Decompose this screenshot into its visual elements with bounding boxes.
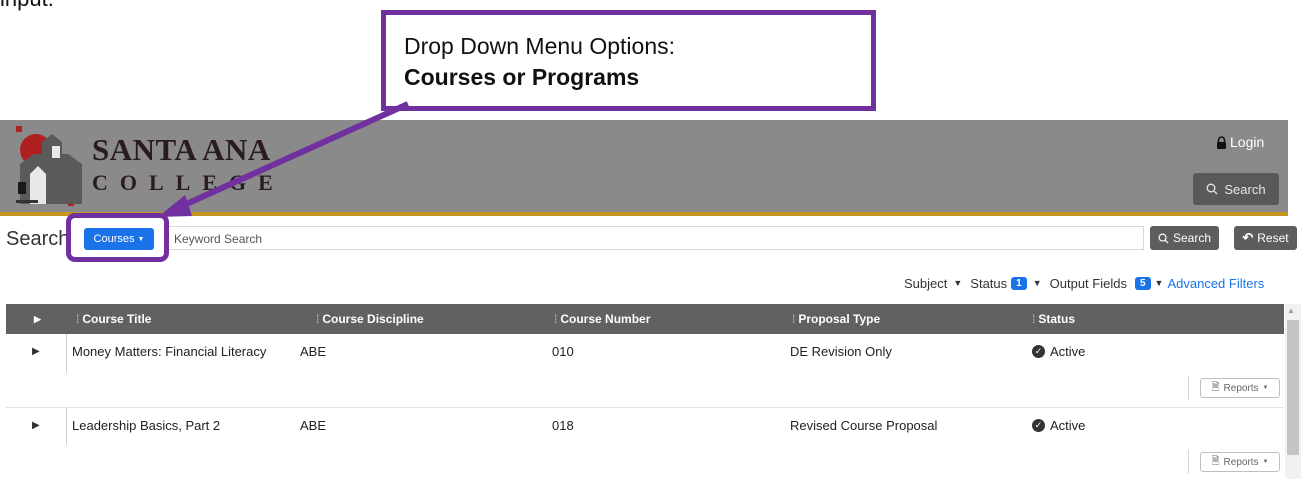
logo-wordmark-bottom: COLLEGE: [92, 170, 285, 195]
callout-line-1: Drop Down Menu Options:: [404, 33, 676, 59]
output-fields-filter[interactable]: Output Fields: [1050, 276, 1127, 291]
caret-down-icon: ▼: [1262, 459, 1269, 465]
cell-status: ✓ Active: [1032, 334, 1085, 369]
reset-button-label: Reset: [1257, 231, 1289, 245]
check-circle-icon: ✓: [1032, 419, 1045, 432]
header-stripe: [0, 212, 1288, 216]
cell-course-number: 018: [552, 418, 574, 433]
expand-all-icon[interactable]: ▶: [34, 304, 41, 334]
cell-course-title: Leadership Basics, Part 2: [72, 418, 221, 433]
caret-down-icon: ▼: [1262, 385, 1269, 391]
caret-down-icon: ▼: [1032, 278, 1042, 288]
cell-course-discipline: ABE: [300, 418, 327, 433]
table-row[interactable]: ▶ Money Matters: Financial Literacy ABE …: [6, 334, 1284, 369]
cell-proposal-type: DE Revision Only: [790, 344, 892, 359]
check-circle-icon: ✓: [1032, 345, 1045, 358]
column-header-label: Course Title: [82, 312, 152, 326]
column-header-label: Course Number: [560, 312, 651, 326]
column-header-label: Course Discipline: [322, 312, 424, 326]
login-label: Login: [1230, 134, 1265, 150]
reports-dropdown-button[interactable]: 🗎 Reports ▼: [1200, 378, 1280, 398]
cell-course-discipline: ABE: [300, 344, 327, 359]
output-fields-count-badge: 5: [1134, 276, 1151, 290]
drag-handle-icon: ⁞: [554, 312, 558, 326]
cell-status: ✓ Active: [1032, 408, 1085, 443]
column-header-course-title[interactable]: ⁞ Course Title: [76, 304, 151, 334]
search-button[interactable]: Search: [1150, 226, 1219, 250]
header-search-label: Search: [1224, 181, 1266, 197]
undo-icon: ↶: [1242, 230, 1254, 245]
advanced-filters-link[interactable]: Advanced Filters: [1167, 276, 1264, 291]
annotation-highlight-box: [66, 213, 169, 262]
column-header-course-number[interactable]: ⁞ Course Number: [554, 304, 650, 334]
column-header-status[interactable]: ⁞ Status: [1032, 304, 1075, 334]
column-header-label: Proposal Type: [798, 312, 881, 326]
drag-handle-icon: ⁞: [316, 312, 320, 326]
expand-row-icon[interactable]: ▶: [32, 408, 40, 443]
search-heading: Search: [6, 228, 70, 250]
scroll-up-arrow-icon[interactable]: ▲: [1287, 306, 1295, 315]
column-header-label: Status: [1038, 312, 1076, 326]
annotation-callout: Drop Down Menu Options: Courses or Progr…: [381, 10, 876, 111]
document-icon: 🗎: [1211, 381, 1220, 393]
login-link[interactable]: Login: [1216, 134, 1264, 150]
drag-handle-icon: ⁞: [1032, 312, 1036, 326]
callout-line-2: Courses or Programs: [404, 64, 640, 90]
header-search-button[interactable]: Search: [1193, 173, 1279, 205]
reports-dropdown-button[interactable]: 🗎 Reports ▼: [1200, 452, 1280, 472]
search-icon: [1158, 233, 1169, 244]
reports-label: Reports: [1223, 456, 1259, 468]
scrollbar-thumb[interactable]: [1287, 320, 1299, 455]
results-table-header: ▶ ⁞ Course Title ⁞ Course Discipline ⁞ Cour…: [6, 304, 1284, 334]
search-icon: [1206, 183, 1218, 195]
cell-course-title: Money Matters: Financial Literacy: [72, 344, 267, 359]
search-button-label: Search: [1172, 231, 1212, 245]
document-text-fragment: input.: [0, 0, 54, 12]
filter-bar: Subject ▼ Status 1 ▼ Output Fields 5 ▼ A…: [904, 273, 1264, 293]
expand-row-icon[interactable]: ▶: [32, 334, 40, 369]
cell-proposal-type: Revised Course Proposal: [790, 418, 938, 433]
drag-handle-icon: ⁞: [76, 312, 80, 326]
logo-wordmark-top: SANTA ANA: [92, 132, 271, 167]
lock-icon: [1217, 135, 1226, 149]
drag-handle-icon: ⁞: [792, 312, 796, 326]
status-label: Active: [1050, 418, 1086, 433]
reset-button[interactable]: ↶ Reset: [1234, 226, 1297, 250]
column-header-course-discipline[interactable]: ⁞ Course Discipline: [316, 304, 424, 334]
document-icon: 🗎: [1211, 455, 1220, 467]
cell-course-number: 010: [552, 344, 574, 359]
column-header-proposal-type[interactable]: ⁞ Proposal Type: [792, 304, 880, 334]
caret-down-icon: ▼: [953, 278, 963, 288]
keyword-search-input[interactable]: Keyword Search: [166, 226, 1144, 250]
table-row[interactable]: ▶ Leadership Basics, Part 2 ABE 018 Revi…: [6, 408, 1284, 443]
caret-down-icon: ▼: [1154, 278, 1164, 288]
subject-filter[interactable]: Subject: [904, 276, 947, 291]
status-filter[interactable]: Status: [970, 276, 1007, 291]
status-count-badge: 1: [1011, 276, 1027, 290]
reports-label: Reports: [1223, 382, 1259, 394]
status-label: Active: [1050, 344, 1086, 359]
